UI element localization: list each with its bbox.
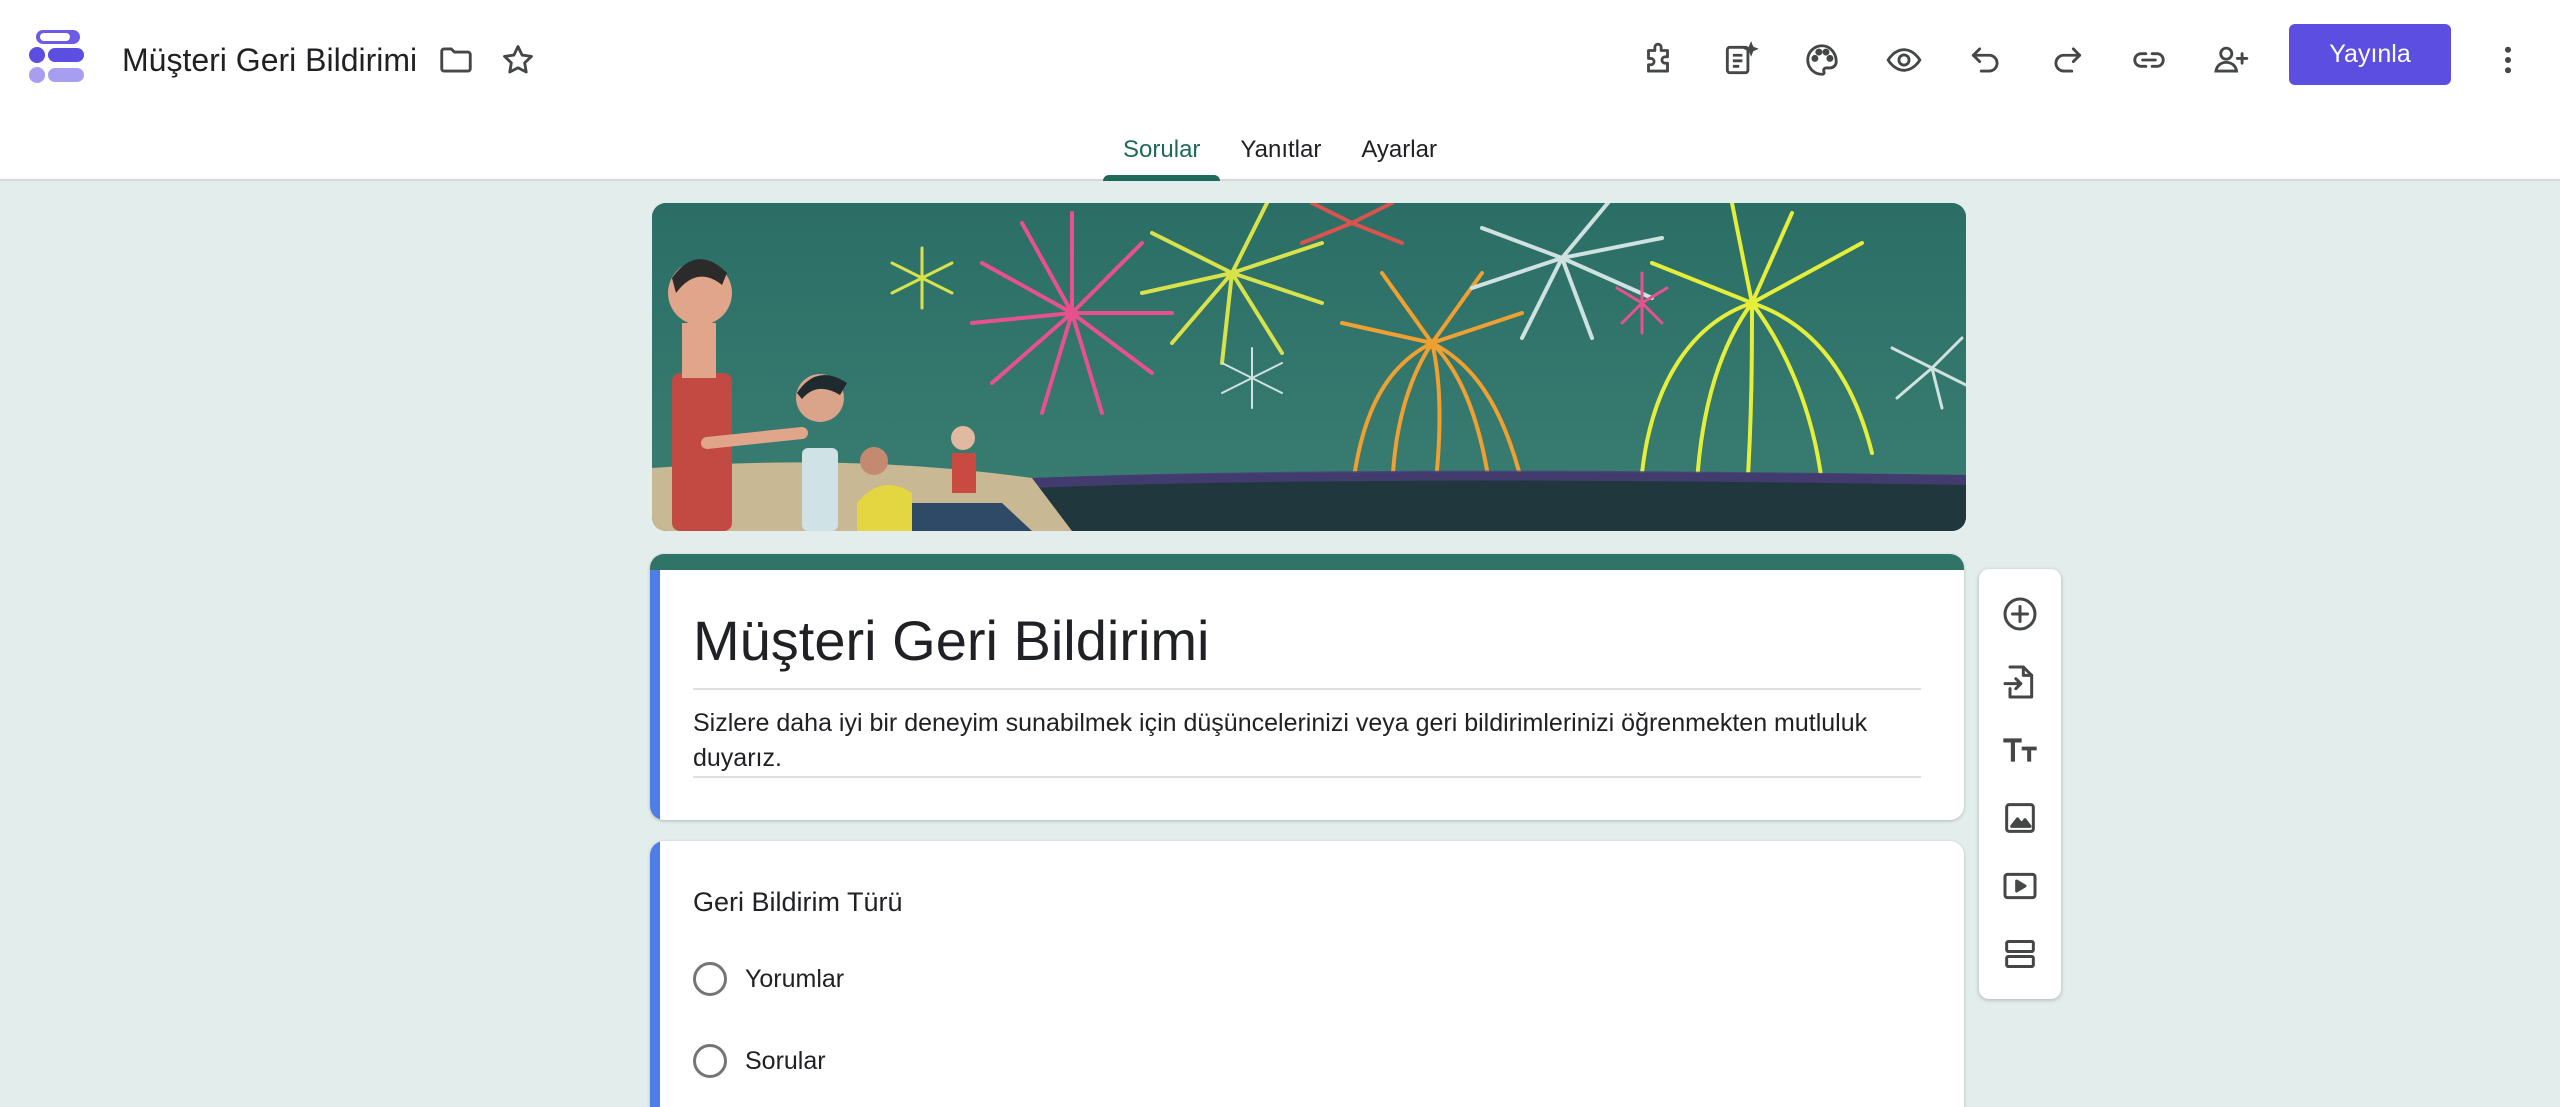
link-icon[interactable] [2123, 34, 2175, 86]
publish-button[interactable]: Yayınla [2289, 24, 2451, 85]
option-label: Yorumlar [745, 964, 845, 993]
add-section-icon[interactable] [1996, 930, 2044, 978]
theme-color-strip [650, 554, 1964, 570]
radio-option[interactable]: Sorular [693, 1041, 826, 1081]
card-focus-bar [650, 841, 660, 1107]
form-title-card[interactable]: Müşteri Geri Bildirimi Sizlere daha iyi … [650, 554, 1964, 820]
star-icon[interactable] [492, 34, 544, 86]
radio-button[interactable] [693, 1044, 727, 1078]
tab-bar: Sorular Yanıtlar Ayarlar [0, 126, 2560, 181]
add-video-icon[interactable] [1996, 862, 2044, 910]
palette-icon[interactable] [1796, 34, 1848, 86]
description-underline [693, 776, 1921, 778]
add-title-icon[interactable] [1996, 726, 2044, 774]
add-image-icon[interactable] [1996, 794, 2044, 842]
document-title[interactable]: Müşteri Geri Bildirimi [122, 38, 417, 82]
header-banner-image [652, 203, 1966, 531]
folder-icon[interactable] [430, 34, 482, 86]
radio-button[interactable] [693, 962, 727, 996]
import-questions-icon[interactable] [1996, 658, 2044, 706]
tab-responses[interactable]: Yanıtlar [1220, 126, 1341, 181]
question-title[interactable]: Geri Bildirim Türü [693, 883, 903, 921]
preview-eye-icon[interactable] [1878, 34, 1930, 86]
undo-icon[interactable] [1960, 34, 2012, 86]
question-card[interactable]: Geri Bildirim Türü Yorumlar Sorular [650, 841, 1964, 1107]
redo-icon[interactable] [2041, 34, 2093, 86]
title-underline [693, 688, 1921, 690]
side-toolbar [1979, 569, 2061, 999]
add-question-icon[interactable] [1996, 590, 2044, 638]
forms-logo-icon[interactable] [28, 28, 88, 86]
card-focus-bar [650, 570, 660, 820]
tab-settings[interactable]: Ayarlar [1341, 126, 1457, 181]
form-title-input[interactable]: Müşteri Geri Bildirimi [693, 606, 1210, 676]
more-vert-icon[interactable] [2482, 34, 2534, 86]
addon-puzzle-icon[interactable] [1632, 34, 1684, 86]
form-description-input[interactable]: Sizlere daha iyi bir deneyim sunabilmek … [693, 706, 1921, 776]
option-label: Sorular [745, 1046, 826, 1075]
add-collaborator-icon[interactable] [2205, 34, 2257, 86]
ai-summary-icon[interactable] [1714, 34, 1766, 86]
tab-questions[interactable]: Sorular [1103, 126, 1221, 181]
top-bar: Müşteri Geri Bildirimi Yayınla Sorular Y… [0, 0, 2560, 181]
radio-option[interactable]: Yorumlar [693, 959, 844, 999]
